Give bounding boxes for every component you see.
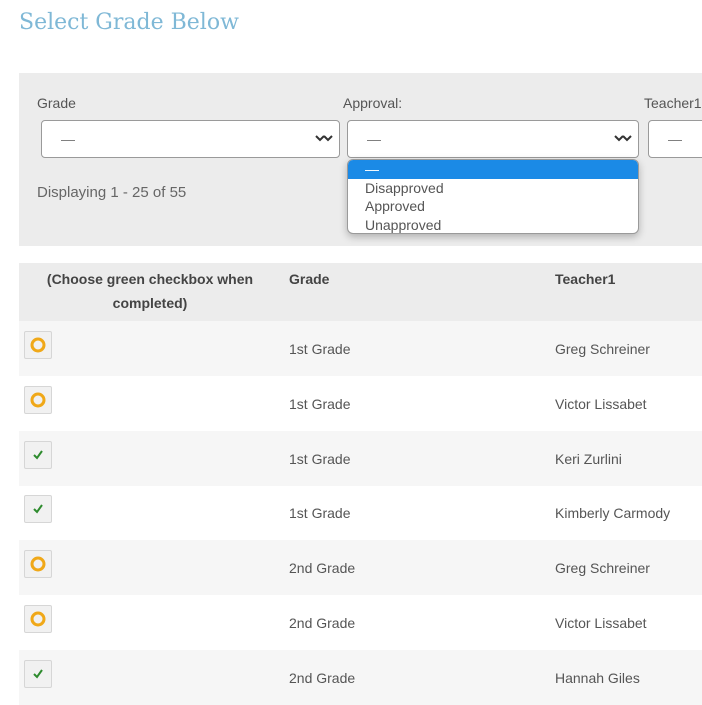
approval-select-value: — (367, 131, 381, 147)
column-header-grade[interactable]: Grade (289, 267, 329, 291)
grade-cell: 2nd Grade (289, 615, 356, 631)
mark-pending-button[interactable] (24, 331, 52, 359)
approval-dropdown-list[interactable]: — Disapproved Approved Unapproved (347, 159, 639, 234)
table-row: 1st Grade Keri Zurlini (19, 430, 702, 486)
approval-select[interactable]: — (347, 120, 639, 158)
table-row: 1st Grade Victor Lissabet (19, 376, 702, 431)
teacher1-cell: Hannah Giles (555, 669, 640, 686)
mark-completed-checkbox[interactable] (24, 495, 52, 524)
table-row: 1st Grade Kimberly Carmody (19, 485, 702, 540)
approval-option-disapproved[interactable]: Disapproved (348, 179, 638, 198)
teacher1-cell: Keri Zurlini (555, 450, 622, 467)
grade-select[interactable]: — (41, 120, 340, 158)
teacher1-cell: Greg Schreiner (555, 341, 650, 357)
teacher1-filter-label: Teacher1 (644, 95, 702, 111)
grade-select-value: — (61, 131, 75, 147)
table-row: 2nd Grade Greg Schreiner (19, 540, 702, 596)
teacher1-select[interactable]: — (648, 120, 702, 158)
teacher1-select-value: — (668, 131, 682, 147)
grade-cell: 1st Grade (289, 450, 351, 467)
grade-cell: 1st Grade (289, 341, 351, 357)
approval-option-unapproved[interactable]: Unapproved (348, 216, 638, 234)
table-header: (Choose green checkbox when completed) G… (19, 263, 702, 321)
mark-pending-button[interactable] (24, 550, 52, 579)
grade-cell: 1st Grade (289, 395, 351, 412)
circle-icon (30, 392, 46, 408)
circle-icon (30, 611, 46, 627)
table-row: 2nd Grade Hannah Giles (19, 649, 702, 705)
check-icon (33, 669, 43, 679)
mark-pending-button[interactable] (24, 385, 52, 414)
circle-icon (30, 556, 46, 572)
grade-filter-label: Grade (37, 95, 76, 111)
column-header-status: (Choose green checkbox when completed) (46, 271, 254, 311)
approval-option-approved[interactable]: Approved (348, 197, 638, 216)
teacher1-cell: Kimberly Carmody (555, 505, 671, 522)
check-icon (33, 450, 43, 460)
teacher1-cell: Victor Lissabet (555, 615, 647, 631)
teacher1-cell: Greg Schreiner (555, 560, 650, 577)
chevron-down-icon (614, 135, 632, 142)
check-icon (33, 504, 43, 514)
approval-option-none[interactable]: — (348, 160, 638, 179)
mark-completed-checkbox[interactable] (24, 440, 52, 469)
mark-pending-button[interactable] (24, 605, 52, 633)
teacher1-cell: Victor Lissabet (555, 395, 647, 412)
column-header-teacher1[interactable]: Teacher1 (555, 267, 615, 291)
pagination-summary: Displaying 1 - 25 of 55 (37, 184, 187, 201)
page-title: Select Grade Below (19, 10, 239, 35)
table-row: 2nd Grade Victor Lissabet (19, 595, 702, 650)
chevron-down-icon (315, 135, 333, 142)
grade-cell: 2nd Grade (289, 560, 356, 577)
circle-icon (30, 337, 46, 353)
table-row: 1st Grade Greg Schreiner (19, 321, 702, 376)
approval-filter-label: Approval: (343, 95, 403, 111)
grade-cell: 1st Grade (289, 505, 351, 522)
grade-cell: 2nd Grade (289, 669, 356, 686)
mark-completed-checkbox[interactable] (24, 659, 52, 688)
